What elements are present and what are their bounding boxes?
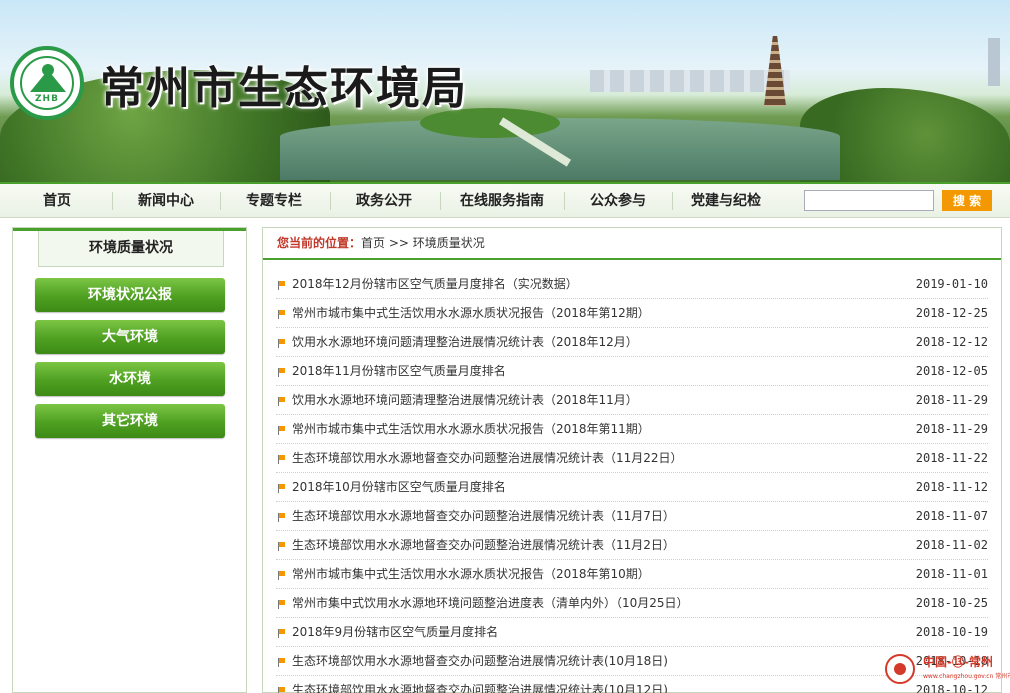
sidebar-item-bulletin[interactable]: 环境状况公报: [35, 278, 225, 312]
nav-item-gov-affairs[interactable]: 政务公开: [336, 184, 432, 218]
flag-icon: [278, 687, 286, 693]
article-date: 2018-11-07: [915, 509, 988, 523]
list-item[interactable]: 生态环境部饮用水水源地督查交办问题整治进展情况统计表(10月18日) 2018-1…: [276, 647, 988, 676]
breadcrumb-current: 环境质量状况: [412, 236, 485, 250]
flag-icon: [278, 397, 286, 406]
article-title-link[interactable]: 常州市城市集中式生活饮用水水源水质状况报告（2018年第12期）: [292, 299, 650, 328]
flag-icon: [278, 658, 286, 667]
article-title-link[interactable]: 饮用水水源地环境问题清理整治进展情况统计表（2018年12月）: [292, 328, 638, 357]
list-item[interactable]: 饮用水水源地环境问题清理整治进展情况统计表（2018年11月） 2018-11-2…: [276, 386, 988, 415]
flag-icon: [278, 426, 286, 435]
site-title: 常州市生态环境局: [100, 63, 468, 114]
header-banner: ZHB 常州市生态环境局: [0, 0, 1010, 182]
nav-item-participation[interactable]: 公众参与: [570, 184, 666, 218]
article-date: 2018-10-25: [915, 596, 988, 610]
sidebar-header: 环境质量状况: [13, 228, 246, 267]
breadcrumb-separator: >>: [388, 236, 409, 250]
article-title-link[interactable]: 2018年12月份辖市区空气质量月度排名（实况数据）: [292, 270, 578, 299]
search-button[interactable]: 搜 索: [942, 190, 992, 211]
sidebar-item-water[interactable]: 水环境: [35, 362, 225, 396]
list-item[interactable]: 2018年9月份辖市区空气质量月度排名 2018-10-19: [276, 618, 988, 647]
breadcrumb: 您当前的位置：首页 >> 环境质量状况: [263, 228, 1001, 260]
sidebar: 环境质量状况 环境状况公报 大气环境 水环境 其它环境: [12, 227, 247, 693]
article-title-link[interactable]: 常州市城市集中式生活饮用水水源水质状况报告（2018年第10期）: [292, 560, 650, 589]
article-date: 2018-12-12: [915, 335, 988, 349]
article-date: 2019-01-10: [915, 277, 988, 291]
flag-icon: [278, 629, 286, 638]
article-title-link[interactable]: 生态环境部饮用水水源地督查交办问题整治进展情况统计表(10月18日): [292, 647, 668, 676]
main-content: 您当前的位置：首页 >> 环境质量状况 2018年12月份辖市区空气质量月度排名…: [262, 227, 1002, 693]
gov-site-badge[interactable]: 中国-⑬-常州 www.changzhou.gov.cn 常州市人民政府: [885, 652, 1010, 688]
breadcrumb-label: 您当前的位置：: [277, 236, 362, 250]
tv-tower-image: [988, 38, 1000, 86]
article-title-link[interactable]: 生态环境部饮用水水源地督查交办问题整治进展情况统计表（11月22日）: [292, 444, 683, 473]
gov-badge-url: www.changzhou.gov.cn 常州市人民政府: [923, 673, 1010, 680]
list-item[interactable]: 2018年10月份辖市区空气质量月度排名 2018-11-12: [276, 473, 988, 502]
article-date: 2018-11-01: [915, 567, 988, 581]
list-item[interactable]: 2018年12月份辖市区空气质量月度排名（实况数据） 2019-01-10: [276, 270, 988, 299]
article-title-link[interactable]: 2018年9月份辖市区空气质量月度排名: [292, 618, 498, 647]
list-item[interactable]: 生态环境部饮用水水源地督查交办问题整治进展情况统计表（11月2日） 2018-11…: [276, 531, 988, 560]
sidebar-heading: 环境质量状况: [38, 231, 224, 267]
list-item[interactable]: 2018年11月份辖市区空气质量月度排名 2018-12-05: [276, 357, 988, 386]
city-skyline: [590, 70, 790, 92]
article-title-link[interactable]: 常州市城市集中式生活饮用水水源水质状况报告（2018年第11期）: [292, 415, 650, 444]
flag-icon: [278, 281, 286, 290]
flag-icon: [278, 368, 286, 377]
article-title-link[interactable]: 生态环境部饮用水水源地督查交办问题整治进展情况统计表（11月7日）: [292, 502, 675, 531]
article-title-link[interactable]: 生态环境部饮用水水源地督查交办问题整治进展情况统计表(10月12日): [292, 676, 668, 693]
article-title-link[interactable]: 常州市集中式饮用水水源地环境问题整治进度表（清单内外）（10月25日）: [292, 589, 689, 618]
article-title-link[interactable]: 2018年11月份辖市区空气质量月度排名: [292, 357, 506, 386]
nav-item-topics[interactable]: 专题专栏: [226, 184, 322, 218]
gov-badge-title: 中国-⑬-常州: [923, 655, 993, 669]
flag-icon: [278, 571, 286, 580]
list-item[interactable]: 常州市城市集中式生活饮用水水源水质状况报告（2018年第11期） 2018-11-…: [276, 415, 988, 444]
search-input[interactable]: [804, 190, 934, 211]
flag-icon: [278, 600, 286, 609]
article-date: 2018-11-12: [915, 480, 988, 494]
nav-item-home[interactable]: 首页: [12, 184, 102, 218]
nav-item-service-guide[interactable]: 在线服务指南: [446, 184, 558, 218]
flag-icon: [278, 542, 286, 551]
article-title-link[interactable]: 2018年10月份辖市区空气质量月度排名: [292, 473, 506, 502]
flag-icon: [278, 455, 286, 464]
nav-item-party[interactable]: 党建与纪检: [678, 184, 774, 218]
article-date: 2018-10-19: [915, 625, 988, 639]
article-date: 2018-12-25: [915, 306, 988, 320]
sidebar-item-air[interactable]: 大气环境: [35, 320, 225, 354]
article-date: 2018-12-05: [915, 364, 988, 378]
flag-icon: [278, 310, 286, 319]
list-item[interactable]: 常州市城市集中式生活饮用水水源水质状况报告（2018年第10期） 2018-11-…: [276, 560, 988, 589]
article-title-link[interactable]: 生态环境部饮用水水源地督查交办问题整治进展情况统计表（11月2日）: [292, 531, 675, 560]
article-list: 2018年12月份辖市区空气质量月度排名（实况数据） 2019-01-10 常州市城…: [263, 270, 1001, 693]
article-title-link[interactable]: 饮用水水源地环境问题清理整治进展情况统计表（2018年11月）: [292, 386, 638, 415]
list-item[interactable]: 饮用水水源地环境问题清理整治进展情况统计表（2018年12月） 2018-12-1…: [276, 328, 988, 357]
flag-icon: [278, 513, 286, 522]
gov-emblem-icon: [885, 654, 915, 684]
article-date: 2018-11-29: [915, 393, 988, 407]
list-item[interactable]: 生态环境部饮用水水源地督查交办问题整治进展情况统计表(10月12日) 2018-1…: [276, 676, 988, 693]
breadcrumb-home-link[interactable]: 首页: [361, 236, 385, 250]
article-date: 2018-11-22: [915, 451, 988, 465]
bureau-logo[interactable]: ZHB: [10, 46, 84, 120]
flag-icon: [278, 484, 286, 493]
list-item[interactable]: 生态环境部饮用水水源地督查交办问题整治进展情况统计表（11月22日） 2018-1…: [276, 444, 988, 473]
logo-text: ZHB: [35, 94, 59, 104]
lake-image: [280, 118, 840, 180]
list-item[interactable]: 生态环境部饮用水水源地督查交办问题整治进展情况统计表（11月7日） 2018-11…: [276, 502, 988, 531]
flag-icon: [278, 339, 286, 348]
article-date: 2018-11-02: [915, 538, 988, 552]
list-item[interactable]: 常州市城市集中式生活饮用水水源水质状况报告（2018年第12期） 2018-12-…: [276, 299, 988, 328]
article-date: 2018-11-29: [915, 422, 988, 436]
sidebar-item-other[interactable]: 其它环境: [35, 404, 225, 438]
list-item[interactable]: 常州市集中式饮用水水源地环境问题整治进度表（清单内外）（10月25日） 2018-…: [276, 589, 988, 618]
nav-item-news[interactable]: 新闻中心: [118, 184, 214, 218]
